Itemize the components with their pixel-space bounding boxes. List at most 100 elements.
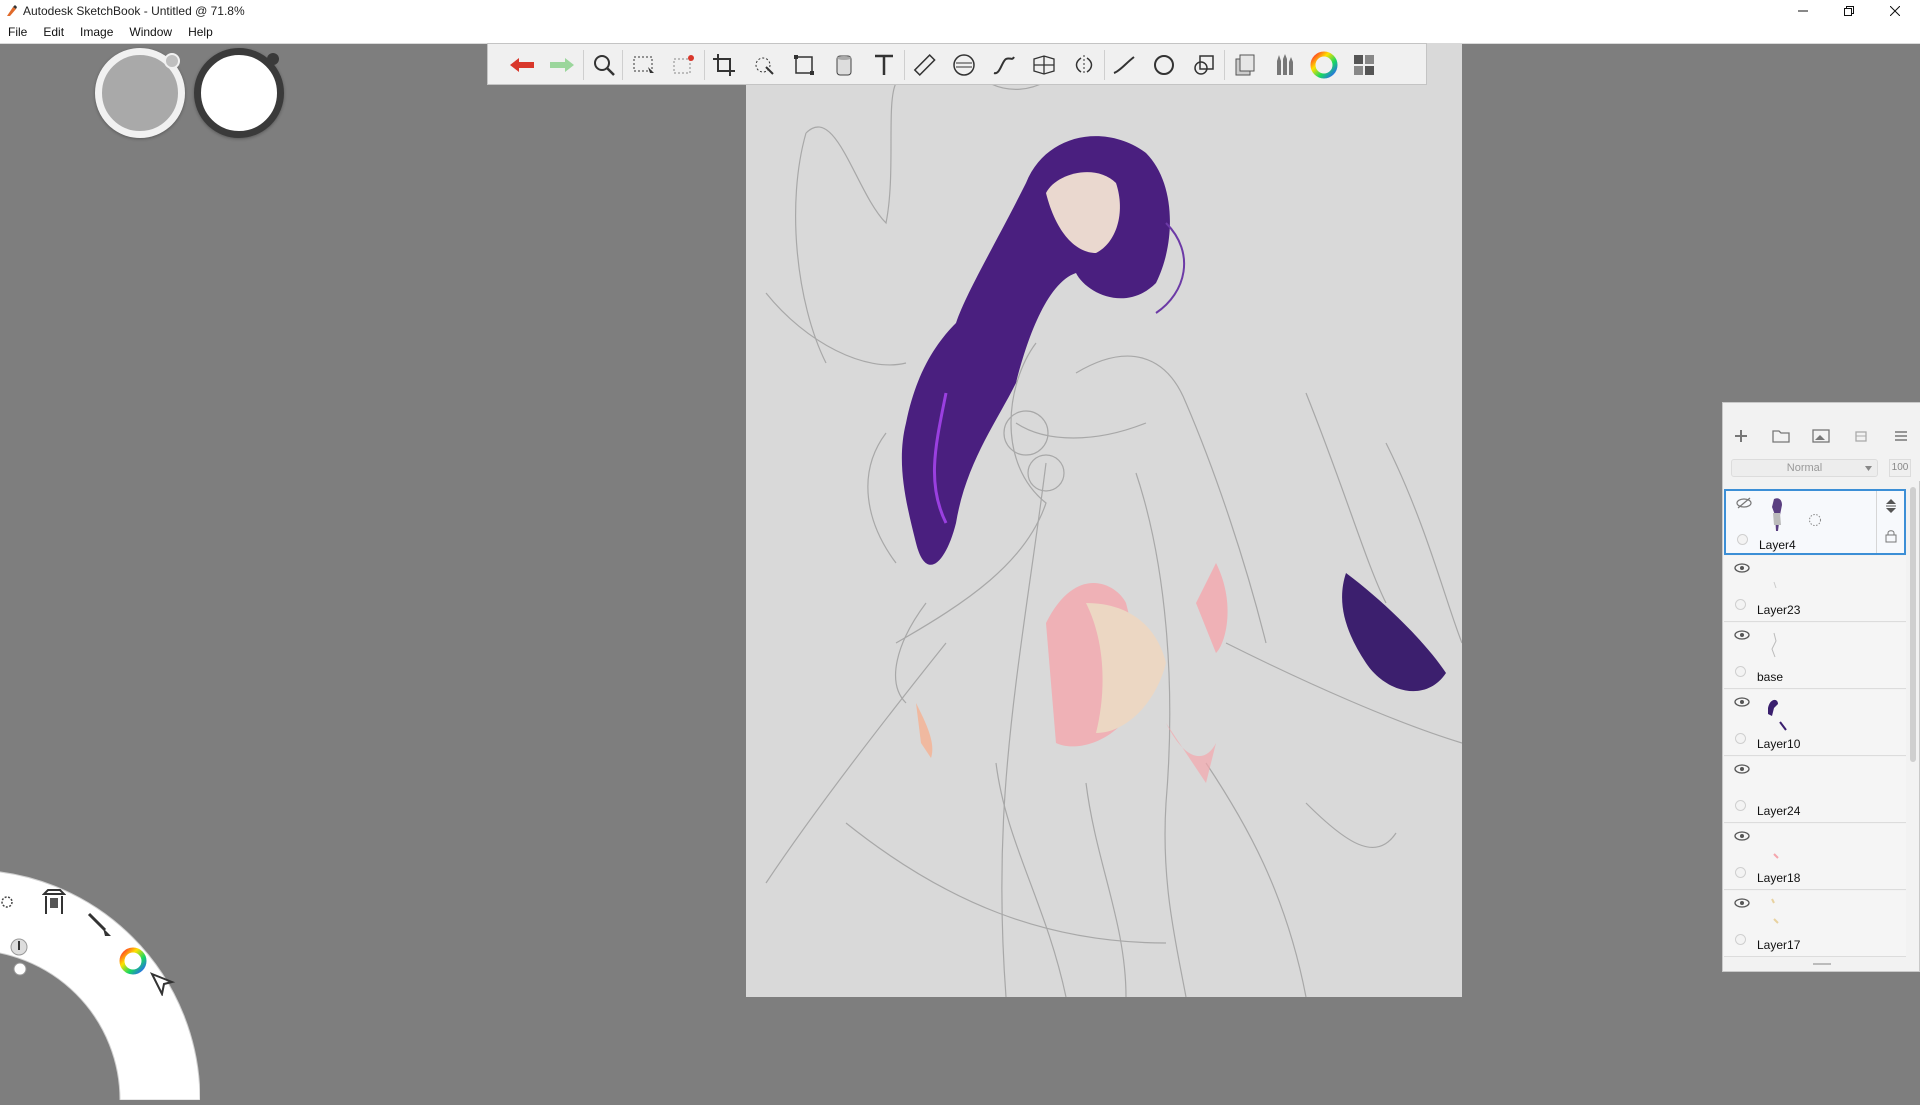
- drawing-canvas[interactable]: [746, 43, 1462, 997]
- eye-icon[interactable]: [1734, 830, 1750, 842]
- brush-icon[interactable]: [85, 910, 113, 938]
- brush-library-button[interactable]: [1268, 49, 1300, 81]
- eye-icon[interactable]: [1734, 897, 1750, 909]
- layer-thumbnail: [1772, 498, 1782, 531]
- layer-thumbnail: [1773, 581, 1777, 589]
- eye-hidden-icon[interactable]: [1736, 497, 1752, 509]
- layers-scrollbar[interactable]: [1910, 487, 1916, 762]
- lock-icon[interactable]: [1885, 529, 1897, 543]
- oval-button[interactable]: [1148, 49, 1180, 81]
- magic-wand-button[interactable]: [748, 49, 780, 81]
- restore-button[interactable]: [1826, 0, 1872, 22]
- layer-select-radio[interactable]: [1735, 934, 1746, 945]
- tools-icon[interactable]: [42, 888, 66, 916]
- layer-name: Layer17: [1757, 938, 1801, 952]
- menu-edit[interactable]: Edit: [35, 22, 72, 43]
- eye-icon[interactable]: [1734, 696, 1750, 708]
- lock-transparency-icon[interactable]: [1808, 513, 1822, 527]
- text-button[interactable]: [868, 49, 900, 81]
- menu-help[interactable]: Help: [180, 22, 221, 43]
- hamburger-icon: [1895, 431, 1907, 441]
- color-wheel-icon[interactable]: [118, 946, 148, 976]
- layer-name: Layer18: [1757, 871, 1801, 885]
- layer-select-radio[interactable]: [1735, 800, 1746, 811]
- close-button[interactable]: [1872, 0, 1918, 22]
- menu-file[interactable]: File: [0, 22, 35, 43]
- layer-menu-button[interactable]: [1889, 425, 1913, 447]
- ellipse-guide-button[interactable]: [948, 49, 980, 81]
- layer-thumbnail: [1773, 853, 1779, 859]
- oval-icon: [1154, 55, 1174, 75]
- zoom-button[interactable]: [588, 49, 620, 81]
- magic-wand-icon: [755, 57, 774, 75]
- color-puck-secondary[interactable]: [194, 48, 284, 138]
- layer-select-radio[interactable]: [1735, 599, 1746, 610]
- minimize-icon: [1798, 10, 1808, 12]
- french-curve-button[interactable]: [988, 49, 1020, 81]
- settings-icon[interactable]: [0, 895, 14, 909]
- layer-row[interactable]: Layer23: [1724, 556, 1906, 622]
- layer-select-radio[interactable]: [1735, 666, 1746, 677]
- undo-button[interactable]: [506, 49, 538, 81]
- layer-name: Layer4: [1759, 538, 1796, 552]
- layout-button[interactable]: [1348, 49, 1380, 81]
- layer-select-radio[interactable]: [1737, 534, 1748, 545]
- minimize-button[interactable]: [1780, 0, 1826, 22]
- layer-select-radio[interactable]: [1735, 733, 1746, 744]
- layer-row[interactable]: Layer24: [1724, 757, 1906, 823]
- layer-thumbnail: [1768, 699, 1787, 731]
- symmetry-button[interactable]: [1068, 49, 1100, 81]
- fill-icon: [836, 55, 852, 76]
- layer-options: [1876, 491, 1905, 553]
- lasso-cut-button[interactable]: [668, 49, 700, 81]
- layers-header: Normal 100: [1723, 403, 1920, 481]
- toolbar-separator: [904, 50, 905, 80]
- blend-mode-select[interactable]: Normal: [1731, 459, 1878, 477]
- brush-small-icon[interactable]: [10, 938, 28, 956]
- toolbar-separator: [622, 50, 623, 80]
- add-layer-button[interactable]: [1729, 425, 1753, 447]
- crop-button[interactable]: [708, 49, 740, 81]
- move-layer-icon[interactable]: [1885, 499, 1897, 513]
- brush-library-icon: [1277, 54, 1293, 75]
- layer-row[interactable]: Layer18: [1724, 824, 1906, 890]
- layer-name: base: [1757, 670, 1784, 684]
- redo-button[interactable]: [546, 49, 578, 81]
- color-wheel-icon: [1310, 51, 1338, 79]
- crop-icon: [713, 54, 735, 76]
- layer-row[interactable]: Layer17: [1724, 891, 1906, 957]
- fill-button[interactable]: [828, 49, 860, 81]
- shape-button[interactable]: [1188, 49, 1220, 81]
- merge-icon: [1855, 431, 1867, 442]
- layer-thumbnail: [1771, 632, 1777, 658]
- color-dot-icon[interactable]: [13, 962, 27, 976]
- ruler-button[interactable]: [908, 49, 940, 81]
- menu-window[interactable]: Window: [121, 22, 180, 43]
- panel-resize-handle[interactable]: [1813, 963, 1831, 965]
- copy-button[interactable]: [1228, 49, 1260, 81]
- transform-button[interactable]: [788, 49, 820, 81]
- lasso-cut-icon: [673, 55, 694, 74]
- opacity-field[interactable]: 100: [1889, 459, 1911, 477]
- color-puck-primary[interactable]: [95, 48, 185, 138]
- menu-image[interactable]: Image: [72, 22, 121, 43]
- layer-row[interactable]: Layer10: [1724, 690, 1906, 756]
- selection-arrow-icon[interactable]: [150, 972, 176, 996]
- perspective-button[interactable]: [1028, 49, 1060, 81]
- merge-layer-button[interactable]: [1849, 425, 1873, 447]
- eye-icon[interactable]: [1734, 763, 1750, 775]
- eye-icon[interactable]: [1734, 562, 1750, 574]
- add-image-button[interactable]: [1809, 425, 1833, 447]
- layer-row[interactable]: Layer4: [1724, 489, 1906, 555]
- line-button[interactable]: [1108, 49, 1140, 81]
- eye-icon[interactable]: [1734, 629, 1750, 641]
- main-toolbar: [487, 43, 1427, 85]
- layer-row[interactable]: base: [1724, 623, 1906, 689]
- layer-select-radio[interactable]: [1735, 867, 1746, 878]
- canvas-artwork: [765, 62, 1462, 997]
- color-wheel-button[interactable]: [1308, 49, 1340, 81]
- perspective-icon: [1033, 55, 1055, 75]
- folder-icon: [1772, 430, 1790, 443]
- add-group-button[interactable]: [1769, 425, 1793, 447]
- select-button[interactable]: [628, 49, 660, 81]
